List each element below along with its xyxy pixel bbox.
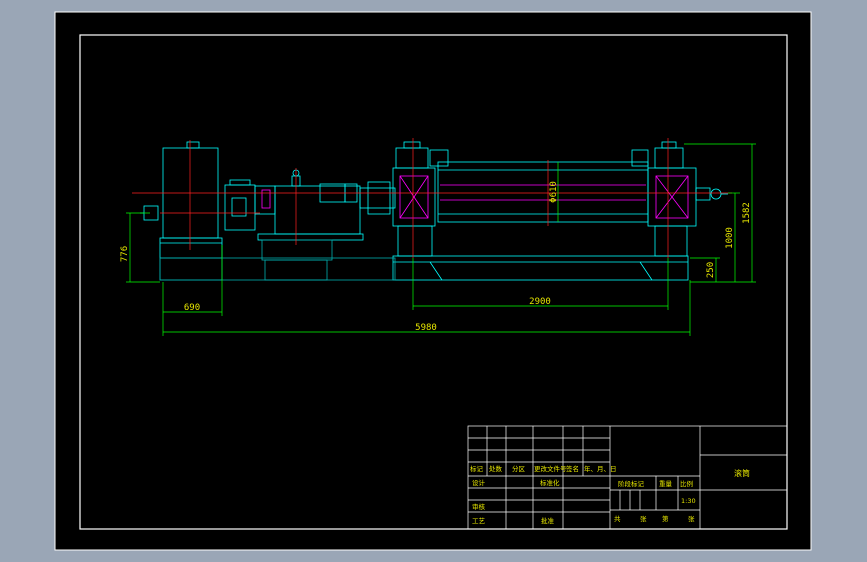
tb-standardization: 标准化: [540, 478, 560, 487]
dim-250: 250: [706, 262, 716, 278]
dim-690: 690: [184, 303, 200, 313]
tb-sheet-zhang: 张: [640, 514, 647, 523]
dim-776: 776: [120, 246, 130, 262]
tb-sheet-total: 共: [614, 514, 621, 523]
dim-diameter: Φ610: [549, 181, 559, 203]
tb-weight: 重量: [659, 480, 673, 488]
tb-process: 工艺: [472, 517, 486, 525]
tb-header-date: 年、月、日: [584, 464, 617, 473]
tb-header-sign: 签名: [566, 464, 579, 473]
cad-drawing-canvas: 776 690 2900 5980 Φ610 1000 1582 250 标记 …: [0, 0, 867, 562]
tb-header-changeno: 更改文件号: [534, 464, 567, 473]
tb-drawing-name: 滚筒: [734, 468, 750, 478]
tb-header-zone: 分区: [512, 464, 526, 473]
tb-header-mark: 标记: [470, 464, 484, 473]
tb-scale: 比例: [680, 479, 693, 488]
dim-5980: 5980: [415, 323, 437, 333]
tb-approve: 批准: [541, 516, 555, 525]
tb-scale-value: 1:30: [681, 497, 696, 505]
tb-sheet-zhang2: 张: [688, 514, 695, 523]
tb-header-count: 处数: [489, 464, 503, 473]
tb-stage-mark: 阶段标记: [618, 479, 645, 488]
tb-review: 审核: [472, 502, 486, 511]
dim-1000: 1000: [725, 227, 735, 249]
tb-sheet-di: 第: [662, 514, 669, 523]
dim-1582: 1582: [742, 202, 752, 224]
cad-viewport[interactable]: 776 690 2900 5980 Φ610 1000 1582 250 标记 …: [0, 0, 867, 562]
drawing-sheet: [54, 11, 812, 551]
tb-design: 设计: [472, 478, 486, 487]
dim-2900: 2900: [529, 297, 551, 307]
